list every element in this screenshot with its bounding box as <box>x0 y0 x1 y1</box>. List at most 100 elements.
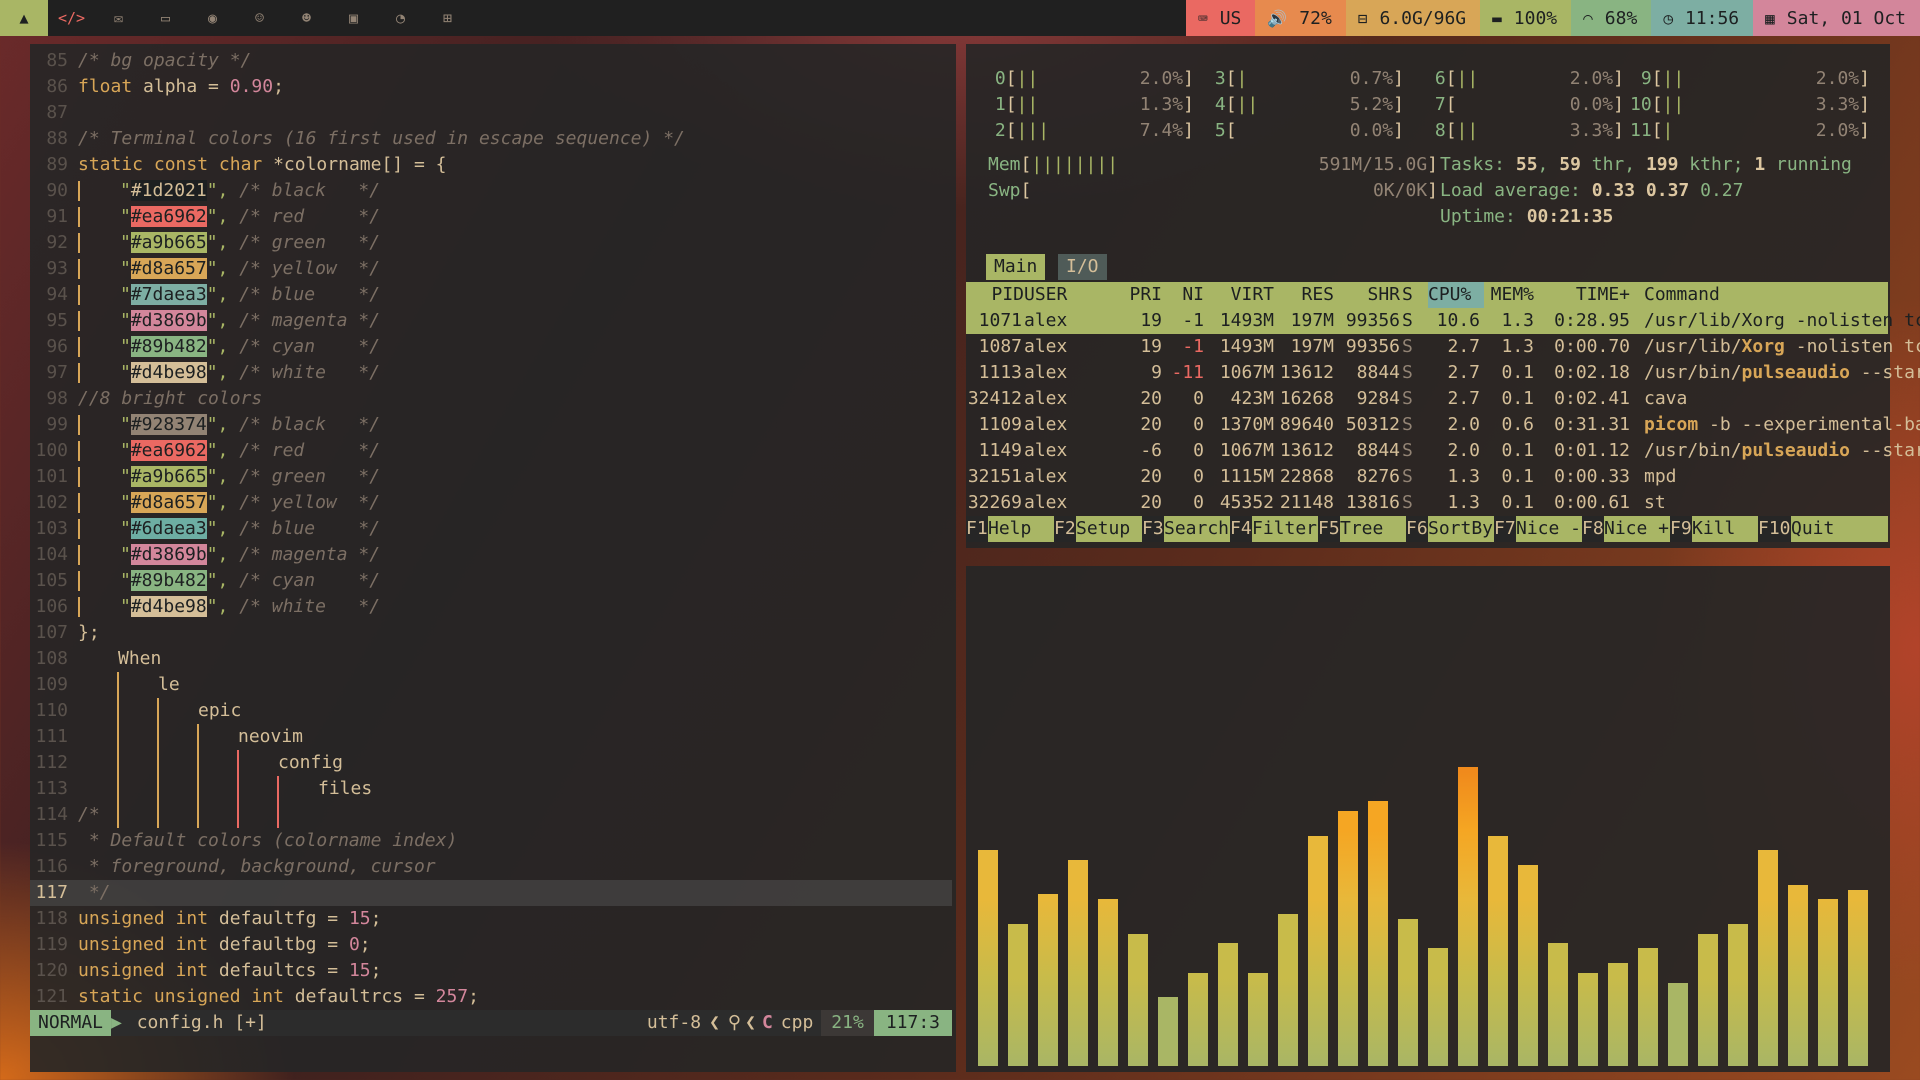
column-header-mem[interactable]: MEM% <box>1482 282 1534 308</box>
column-header-shr[interactable]: SHR <box>1336 282 1400 308</box>
fkey-f7[interactable]: F7 <box>1494 516 1516 542</box>
code-line[interactable]: 121 static unsigned int defaultrcs = 257; <box>30 984 952 1010</box>
code-line[interactable]: 98//8 bright colors <box>30 386 952 412</box>
fkey-f1[interactable]: F1 <box>966 516 988 542</box>
code-line[interactable]: 109 le <box>30 672 952 698</box>
process-row[interactable]: 32269 alex 20 0 45352 21148 13816 S 1.3 0.1 0:00.6… <box>966 490 1888 516</box>
column-header-user[interactable]: USER <box>1024 282 1067 308</box>
process-row[interactable]: 1087 alex 19 -1 1493M 197M 99356 S 2.7 1.3 0:00.70… <box>966 334 1920 360</box>
color-entry-line[interactable]: 94 "#7daea3", /* blue */ <box>30 282 952 308</box>
fkey-f4[interactable]: F4 <box>1230 516 1252 542</box>
color-entry-line[interactable]: 101 "#a9b665", /* green */ <box>30 464 952 490</box>
code-line[interactable]: 116 * foreground, background, cursor <box>30 854 952 880</box>
code-line[interactable]: 110 epic <box>30 698 952 724</box>
fkey-label[interactable]: Help <box>988 516 1053 542</box>
column-header-cpu[interactable]: CPU% <box>1428 282 1484 308</box>
column-header-time[interactable]: TIME+ <box>1536 282 1630 308</box>
code-line[interactable]: 111 neovim <box>30 724 952 750</box>
column-header-ni[interactable]: NI <box>1164 282 1204 308</box>
color-entry-line[interactable]: 106 "#d4be98", /* white */ <box>30 594 952 620</box>
code-line[interactable]: 118 unsigned int defaultfg = 15; <box>30 906 952 932</box>
fkey-f10[interactable]: F10 <box>1758 516 1791 542</box>
current-code-line[interactable]: 117 */ <box>30 880 952 906</box>
fkey-label[interactable]: Kill <box>1692 516 1757 542</box>
code-line[interactable]: 87 <box>30 100 952 126</box>
process-row[interactable]: 1149 alex -6 0 1067M 13612 8844 S 2.0 0.1 0:01.12 /… <box>966 438 1920 464</box>
color-entry-line[interactable]: 96 "#89b482", /* cyan */ <box>30 334 952 360</box>
fkey-label[interactable]: Nice - <box>1516 516 1581 542</box>
wifi-indicator[interactable]: ◠ 68% <box>1571 0 1652 36</box>
keyboard-layout-indicator[interactable]: ⌨ US <box>1186 0 1256 36</box>
github-icon[interactable]: ☻ <box>283 0 330 36</box>
column-header-s[interactable]: S <box>1402 282 1422 308</box>
tab-main[interactable]: Main <box>986 254 1046 280</box>
color-entry-line[interactable]: 103 "#6daea3", /* blue */ <box>30 516 952 542</box>
fkey-f6[interactable]: F6 <box>1406 516 1428 542</box>
tab-io[interactable]: I/O <box>1058 254 1107 280</box>
code-icon[interactable]: </> <box>48 0 95 36</box>
fkey-label[interactable]: Search <box>1164 516 1229 542</box>
eye-icon[interactable]: ◉ <box>189 0 236 36</box>
column-header-cmd[interactable]: Command <box>1644 282 1720 308</box>
code-line[interactable]: 86 float alpha = 0.90; <box>30 74 952 100</box>
color-entry-line[interactable]: 95 "#d3869b", /* magenta */ <box>30 308 952 334</box>
fkey-label[interactable]: Setup <box>1076 516 1141 542</box>
color-entry-line[interactable]: 90 "#1d2021", /* black */ <box>30 178 952 204</box>
cell-ni: 0 <box>1193 492 1204 513</box>
code-line[interactable]: 114/* <box>30 802 952 828</box>
fkey-label[interactable]: SortBy <box>1428 516 1493 542</box>
color-entry-line[interactable]: 100 "#ea6962", /* red */ <box>30 438 952 464</box>
fkey-f5[interactable]: F5 <box>1318 516 1340 542</box>
fkey-f9[interactable]: F9 <box>1670 516 1692 542</box>
mail-icon[interactable]: ✉ <box>95 0 142 36</box>
code-line[interactable]: 85/* bg opacity */ <box>30 48 952 74</box>
battery-indicator[interactable]: ▬ 100% <box>1480 0 1572 36</box>
color-entry-line[interactable]: 93 "#d8a657", /* yellow */ <box>30 256 952 282</box>
code-line[interactable]: 107}; <box>30 620 952 646</box>
color-entry-line[interactable]: 102 "#d8a657", /* yellow */ <box>30 490 952 516</box>
code-line[interactable]: 89 static const char *colorname[] = { <box>30 152 952 178</box>
code-line[interactable]: 108 When <box>30 646 952 672</box>
neovim-editor-pane[interactable]: 85/* bg opacity */ 86 float alpha = 0.90;… <box>30 44 956 1072</box>
fkey-f3[interactable]: F3 <box>1142 516 1164 542</box>
color-entry-line[interactable]: 91 "#ea6962", /* red */ <box>30 204 952 230</box>
rss-icon[interactable]: ◔ <box>377 0 424 36</box>
column-header-pid[interactable]: PID <box>968 282 1024 308</box>
disk-indicator[interactable]: ⊟ 6.0G/96G <box>1345 0 1481 36</box>
color-entry-line[interactable]: 97 "#d4be98", /* white */ <box>30 360 952 386</box>
code-line[interactable]: 112 config <box>30 750 952 776</box>
color-entry-line[interactable]: 99 "#928374", /* black */ <box>30 412 952 438</box>
htop-pane[interactable]: 0[|| 2.0%] 1[|| 1.3%] 2[||| 7.4%] 3[| 0.7%] … <box>966 44 1920 548</box>
process-row[interactable]: 1109 alex 20 0 1370M 89640 50312 S 2.0 0.6 0:31.31… <box>966 412 1920 438</box>
grid-icon[interactable]: ⊞ <box>424 0 471 36</box>
encoding: utf-8 <box>646 1012 702 1033</box>
code-line[interactable]: 88/* Terminal colors (16 first used in e… <box>30 126 952 152</box>
code-line[interactable]: 120 unsigned int defaultcs = 15; <box>30 958 952 984</box>
fkey-label[interactable]: Nice + <box>1604 516 1669 542</box>
color-entry-line[interactable]: 92 "#a9b665", /* green */ <box>30 230 952 256</box>
process-row[interactable]: 32151 alex 20 0 1115M 22868 8276 S 1.3 0.1 0:00.33… <box>966 464 1888 490</box>
color-entry-line[interactable]: 104 "#d3869b", /* magenta */ <box>30 542 952 568</box>
volume-indicator[interactable]: 🔊 72% <box>1255 0 1346 36</box>
date-indicator[interactable]: ▦ Sat, 01 Oct <box>1753 0 1920 36</box>
code-line[interactable]: 113 files <box>30 776 952 802</box>
clock-indicator[interactable]: ◷ 11:56 <box>1651 0 1754 36</box>
lock-icon[interactable]: ▣ <box>330 0 377 36</box>
fkey-label[interactable]: Quit <box>1791 516 1856 542</box>
fkey-f8[interactable]: F8 <box>1582 516 1604 542</box>
discord-icon[interactable]: ☺ <box>236 0 283 36</box>
folder-icon[interactable]: ▭ <box>142 0 189 36</box>
fkey-label[interactable]: Tree <box>1340 516 1405 542</box>
color-entry-line[interactable]: 105 "#89b482", /* cyan */ <box>30 568 952 594</box>
column-header-res[interactable]: RES <box>1276 282 1334 308</box>
column-header-pri[interactable]: PRI <box>1096 282 1162 308</box>
fkey-f2[interactable]: F2 <box>1054 516 1076 542</box>
process-row[interactable]: 1071 alex 19 -1 1493M 197M 99356 S 10.6 1.3 0:28.9… <box>966 308 1920 334</box>
process-row[interactable]: 32412 alex 20 0 423M 16268 9284 S 2.7 0.1 0:02.41 c… <box>966 386 1888 412</box>
code-line[interactable]: 119 unsigned int defaultbg = 0; <box>30 932 952 958</box>
code-line[interactable]: 115 * Default colors (colorname index) <box>30 828 952 854</box>
process-row[interactable]: 1113 alex 9 -11 1067M 13612 8844 S 2.7 0.1 0:02.18… <box>966 360 1920 386</box>
fkey-label[interactable]: Filter <box>1252 516 1317 542</box>
arch-logo-icon[interactable]: ▲ <box>0 0 48 36</box>
column-header-virt[interactable]: VIRT <box>1206 282 1274 308</box>
